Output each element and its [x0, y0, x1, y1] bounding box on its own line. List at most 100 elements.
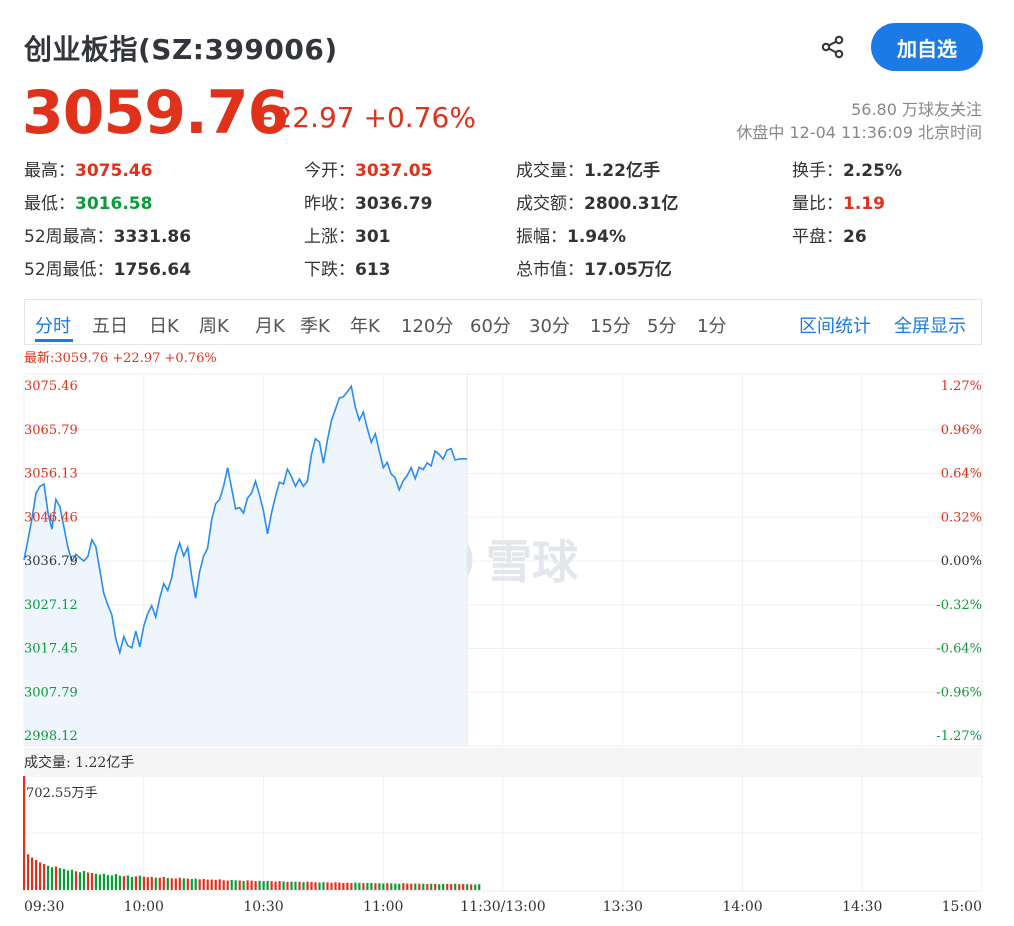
- tab-8[interactable]: 60分: [470, 312, 511, 338]
- volume-bar: [210, 879, 213, 890]
- stat-label: 上涨：: [304, 227, 355, 247]
- volume-bar: [294, 881, 297, 890]
- volume-bar: [35, 860, 38, 890]
- watermark-logo-icon: [431, 548, 455, 572]
- tab-3[interactable]: 周K: [199, 312, 229, 338]
- volume-bar: [238, 880, 241, 890]
- volume-bar: [150, 877, 153, 890]
- volume-bar: [350, 883, 353, 890]
- y-tick-left: 3075.46: [24, 379, 78, 394]
- tab-5[interactable]: 季K: [300, 312, 330, 338]
- fullscreen-button[interactable]: 全屏显示: [894, 312, 966, 338]
- market-status: 休盘中 12-04 11:36:09 北京时间: [736, 123, 982, 142]
- volume-bar: [274, 881, 277, 890]
- volume-bar: [118, 875, 121, 890]
- tab-10[interactable]: 15分: [590, 312, 631, 338]
- volume-bar: [258, 880, 261, 890]
- volume-bar: [122, 876, 125, 890]
- volume-bar: [66, 870, 70, 890]
- tab-9[interactable]: 30分: [529, 312, 570, 338]
- volume-bar: [382, 883, 385, 890]
- x-tick: 09:30: [24, 899, 64, 915]
- volume-bar: [130, 877, 133, 890]
- tab-7[interactable]: 120分: [401, 312, 453, 338]
- tab-0[interactable]: 分时: [35, 312, 71, 338]
- active-tab-indicator: [35, 339, 73, 342]
- stat-label: 平盘：: [792, 227, 843, 247]
- volume-bar: [250, 880, 253, 890]
- stat-value: 2.25%: [843, 161, 902, 181]
- stat-label: 振幅：: [516, 227, 567, 247]
- stat-value: 301: [355, 227, 391, 247]
- volume-bar: [242, 880, 245, 890]
- tab-1[interactable]: 五日: [92, 312, 128, 338]
- y-tick-right: 0.64%: [941, 467, 982, 482]
- volume-bar: [394, 883, 397, 890]
- volume-bar: [246, 880, 249, 890]
- volume-bar: [230, 879, 233, 890]
- volume-bar: [134, 876, 137, 890]
- price-line: [23, 384, 468, 656]
- volume-bar: [266, 880, 269, 890]
- stat-value: 2800.31亿: [584, 194, 679, 214]
- stat-value: 26: [843, 227, 867, 247]
- add-watchlist-button[interactable]: 加自选: [871, 23, 983, 71]
- volume-max-label: 702.55万手: [26, 786, 98, 801]
- volume-bar: [326, 882, 329, 890]
- y-tick-left: 3007.79: [24, 685, 78, 700]
- volume-bar: [470, 884, 473, 890]
- stat-item: 振幅：1.94%: [516, 222, 626, 247]
- stat-value: 1.22亿手: [584, 161, 660, 181]
- volume-bar: [202, 879, 205, 890]
- volume-bar: [62, 868, 66, 890]
- stat-item: 换手：2.25%: [792, 156, 902, 181]
- volume-bar: [166, 878, 169, 890]
- volume-bar: [194, 878, 197, 890]
- volume-bar: [126, 875, 129, 890]
- volume-bar: [474, 884, 477, 890]
- volume-bar: [362, 883, 365, 890]
- volume-bar: [398, 883, 401, 890]
- range-stats-button[interactable]: 区间统计: [799, 312, 871, 338]
- y-tick-left: 3017.45: [24, 642, 78, 657]
- volume-bar: [90, 873, 94, 890]
- volume-bar: [206, 879, 209, 890]
- tab-12[interactable]: 1分: [697, 312, 726, 338]
- volume-bar: [31, 857, 34, 890]
- watermark-text: 雪球: [486, 535, 579, 589]
- volume-bar: [43, 864, 46, 890]
- y-tick-left: 3036.79: [24, 554, 78, 569]
- volume-bar: [426, 884, 429, 890]
- volume-bar: [74, 871, 78, 890]
- tab-11[interactable]: 5分: [647, 312, 676, 338]
- volume-bar: [418, 883, 421, 890]
- y-tick-left: 3056.13: [24, 467, 78, 482]
- volume-bar: [390, 883, 393, 890]
- price-panel-frame: [23, 373, 983, 747]
- volume-bar: [58, 868, 62, 890]
- volume-bar: [478, 884, 481, 890]
- tab-4[interactable]: 月K: [255, 312, 285, 338]
- volume-bar: [98, 874, 101, 890]
- volume-bar: [410, 883, 413, 890]
- y-tick-right: -0.96%: [936, 685, 982, 700]
- stat-item: 上涨：301: [304, 222, 391, 247]
- volume-bar: [234, 880, 237, 890]
- volume-bar: [198, 879, 201, 890]
- volume-bar: [154, 877, 157, 890]
- x-tick: 14:30: [842, 899, 882, 915]
- tab-6[interactable]: 年K: [350, 312, 380, 338]
- y-tick-right: 0.00%: [941, 554, 982, 569]
- volume-bar: [386, 883, 389, 890]
- volume-bar: [23, 776, 26, 890]
- stat-item: 量比：1.19: [792, 189, 885, 214]
- volume-bar: [102, 873, 105, 890]
- volume-bar: [190, 879, 193, 890]
- share-icon[interactable]: [820, 34, 846, 60]
- tab-2[interactable]: 日K: [149, 312, 179, 338]
- volume-label: 成交量: 1.22亿手: [24, 754, 134, 771]
- y-tick-right: -0.64%: [936, 642, 982, 657]
- volume-bar: [446, 884, 449, 890]
- volume-bar: [466, 884, 469, 890]
- latest-price-label: 最新:3059.76 +22.97 +0.76%: [24, 350, 217, 366]
